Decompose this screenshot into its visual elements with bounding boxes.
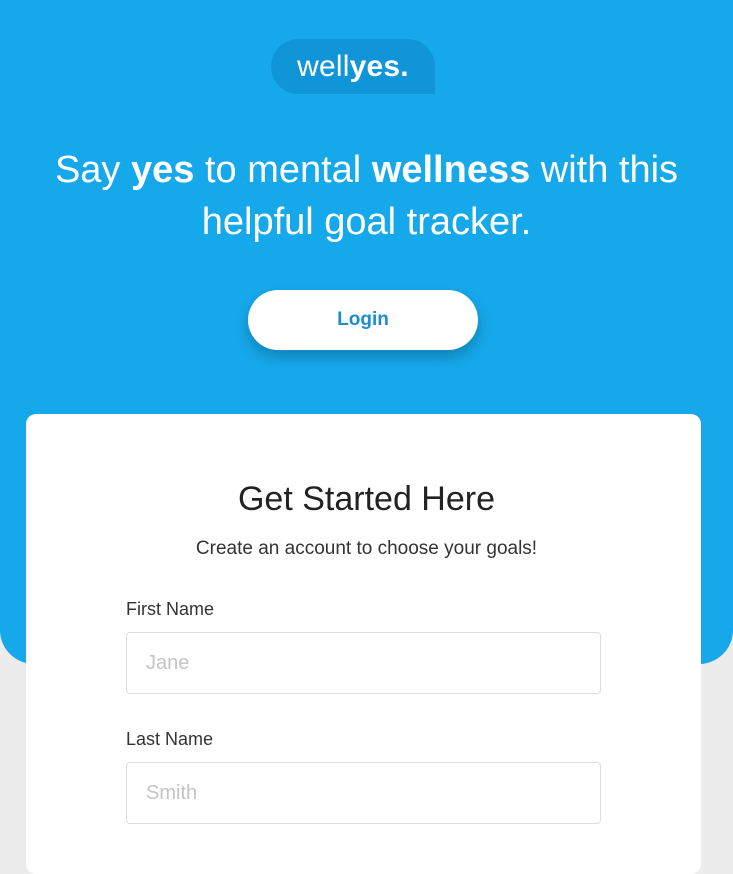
logo-light-text: well xyxy=(297,50,350,83)
tagline-wellness: wellness xyxy=(371,149,531,191)
form-subtitle: Create an account to choose your goals! xyxy=(195,538,538,559)
tagline-say: Say xyxy=(54,149,131,191)
last-name-input[interactable] xyxy=(126,762,601,824)
login-button[interactable]: Login xyxy=(248,290,478,350)
logo-bold-text: yes. xyxy=(349,50,409,83)
tagline-yes: yes xyxy=(130,149,195,191)
first-name-label: First Name xyxy=(126,599,215,619)
form-title: Get Started Here xyxy=(237,480,495,518)
wellyes-logo[interactable]: wellyes. xyxy=(271,39,435,94)
first-name-input[interactable] xyxy=(126,632,601,694)
tagline-to-mental: to mental xyxy=(194,149,372,191)
last-name-label: Last Name xyxy=(126,729,214,749)
hero-tagline: Say yes to mental wellness with this hel… xyxy=(20,144,713,248)
